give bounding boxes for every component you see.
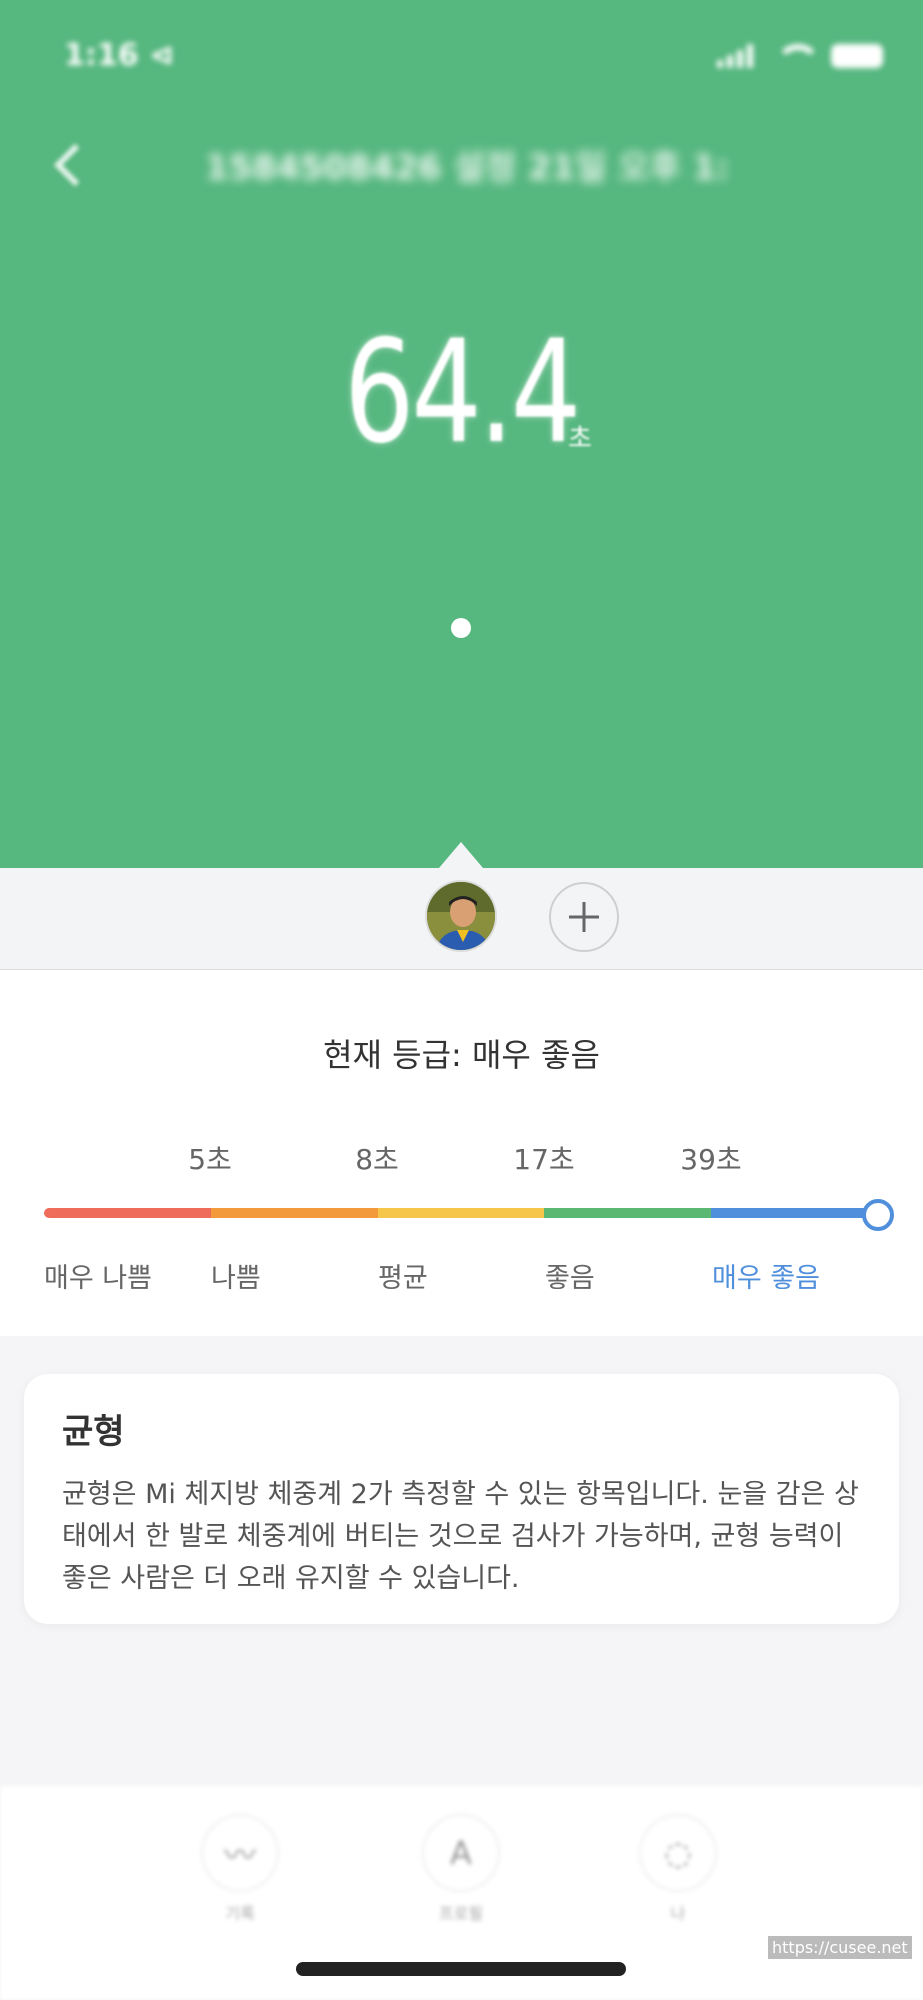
- tab-label: 기록: [225, 1904, 255, 1923]
- battery-icon: [831, 44, 883, 68]
- user-icon: ◌: [639, 1814, 717, 1892]
- scale-segment-very-good: [711, 1208, 878, 1218]
- scale-segment-good: [544, 1208, 712, 1218]
- wifi-icon: [775, 44, 821, 68]
- tab-me[interactable]: ◌ 나: [618, 1814, 738, 1924]
- description-title: 균형: [62, 1412, 125, 1452]
- scale-segment-average: [377, 1208, 545, 1218]
- nav-bar: 1584508426 설정 21일 오후 1:16: [0, 130, 923, 200]
- watermark: https://cusee.net: [768, 1936, 912, 1959]
- threshold-label: 5초: [188, 1143, 232, 1176]
- avatar[interactable]: [425, 880, 497, 952]
- scale-segment-bad: [210, 1208, 378, 1218]
- signal-icon: [717, 44, 753, 68]
- measurement-display: 64.4 초: [0, 310, 923, 475]
- tab-profile[interactable]: A 프로필: [401, 1814, 521, 1924]
- hero-section: 1:16 ⊲ 1584508426 설정 21일 오후 1:16 64.4 초: [0, 0, 923, 868]
- add-user-button[interactable]: [549, 882, 619, 952]
- tab-label: 나: [670, 1904, 686, 1923]
- avatar-photo-icon: [427, 882, 495, 950]
- level-label: 좋음: [545, 1263, 595, 1294]
- measurement-value: 64.4: [344, 310, 581, 475]
- current-grade-title: 현재 등급: 매우 좋음: [323, 1036, 600, 1074]
- threshold-label: 17초: [513, 1143, 575, 1176]
- threshold-label: 39초: [680, 1143, 742, 1176]
- page-indicator-dot: [451, 618, 471, 638]
- measurement-unit: 초: [568, 424, 592, 454]
- description-body: 균형은 Mi 체지방 체중계 2가 측정할 수 있는 항목입니다. 눈을 감은 …: [62, 1479, 859, 1594]
- profile-strip: [0, 842, 923, 970]
- grade-scale-bar: [44, 1208, 878, 1218]
- level-label: 매우 나쁨: [44, 1263, 152, 1294]
- status-time: 1:16 ⊲: [64, 38, 175, 73]
- grade-position-marker: [862, 1199, 894, 1231]
- level-label: 나쁨: [211, 1263, 261, 1294]
- description-card: 균형 균형은 Mi 체지방 체중계 2가 측정할 수 있는 항목입니다. 눈을 …: [24, 1374, 899, 1624]
- tab-label: 프로필: [438, 1904, 484, 1923]
- status-icons: [717, 44, 883, 68]
- level-label-active: 매우 좋음: [712, 1263, 820, 1294]
- status-bar: 1:16 ⊲: [0, 0, 923, 110]
- grade-panel: 현재 등급: 매우 좋음 5초 8초 17초 39초 매우 나쁨 나쁨 평균 좋…: [0, 970, 923, 1336]
- scale-segment-very-bad: [44, 1208, 211, 1218]
- back-button[interactable]: [46, 142, 90, 186]
- level-label: 평균: [378, 1263, 428, 1294]
- tab-records[interactable]: 〰 기록: [180, 1814, 300, 1924]
- profile-icon: A: [422, 1814, 500, 1892]
- pointer-caret-icon: [439, 842, 483, 868]
- home-indicator[interactable]: [296, 1962, 626, 1976]
- threshold-label: 8초: [355, 1143, 399, 1176]
- activity-icon: 〰: [201, 1814, 279, 1892]
- page-title: 1584508426 설정 21일 오후 1:16: [205, 148, 725, 188]
